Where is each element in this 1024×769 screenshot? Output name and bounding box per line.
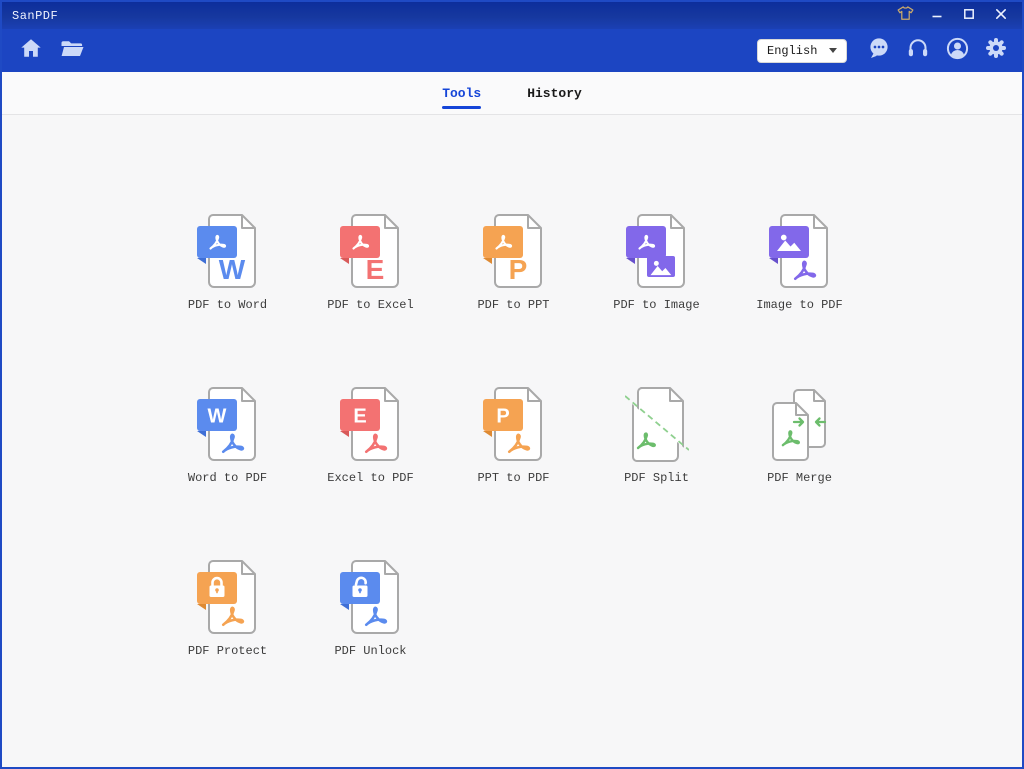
tool-pdf-protect[interactable]: PDF Protect xyxy=(156,559,299,658)
tool-label: PDF to PPT xyxy=(477,298,550,312)
chat-icon xyxy=(867,36,891,65)
tool-pdf-to-excel[interactable]: E PDF to Excel xyxy=(299,213,442,312)
pdf-merge-icon xyxy=(765,386,835,462)
tool-label: Image to PDF xyxy=(756,298,843,312)
pdf-to-image-icon xyxy=(625,213,688,289)
open-file-button[interactable] xyxy=(59,38,85,64)
pdf-to-word-icon: W xyxy=(196,213,259,289)
tool-label: PPT to PDF xyxy=(477,471,550,485)
word-to-pdf-icon: W xyxy=(196,386,259,462)
tool-row: W Word to PDF E Excel to PDF P PPT to PDF PDF… xyxy=(156,386,1022,485)
minimize-button[interactable] xyxy=(924,6,950,26)
tool-pdf-unlock[interactable]: PDF Unlock xyxy=(299,559,442,658)
app-window: SanPDF English Tools History W PDF to Wo… xyxy=(0,0,1024,769)
shirt-icon xyxy=(896,5,915,27)
maximize-icon xyxy=(963,7,975,25)
minimize-icon xyxy=(931,7,943,25)
folder-open-icon xyxy=(59,36,85,65)
tool-pdf-merge[interactable]: PDF Merge xyxy=(728,386,871,485)
pdf-to-excel-icon: E xyxy=(339,213,402,289)
tool-word-to-pdf[interactable]: W Word to PDF xyxy=(156,386,299,485)
window-title: SanPDF xyxy=(12,8,59,23)
tool-pdf-to-image[interactable]: PDF to Image xyxy=(585,213,728,312)
content-area: W PDF to Word E PDF to Excel P PDF to PPT PDF … xyxy=(2,115,1022,658)
tool-label: PDF Protect xyxy=(187,644,268,658)
tool-label: PDF to Image xyxy=(613,298,700,312)
tool-label: PDF Split xyxy=(624,471,689,485)
tabstrip: Tools History xyxy=(2,72,1022,115)
maximize-button[interactable] xyxy=(956,6,982,26)
language-select[interactable]: English xyxy=(757,38,847,63)
tab-tools[interactable]: Tools xyxy=(442,78,482,109)
tools-grid: W PDF to Word E PDF to Excel P PDF to PPT PDF … xyxy=(2,213,1022,658)
svg-text:W: W xyxy=(218,254,245,285)
ppt-to-pdf-icon: P xyxy=(482,386,545,462)
home-button[interactable] xyxy=(18,38,44,64)
tool-label: Word to PDF xyxy=(187,471,268,485)
svg-text:E: E xyxy=(353,406,366,428)
svg-text:W: W xyxy=(207,406,226,428)
user-icon xyxy=(945,36,970,66)
settings-icon xyxy=(984,36,1008,65)
svg-text:P: P xyxy=(496,406,509,428)
headset-icon xyxy=(906,36,930,65)
tool-label: Excel to PDF xyxy=(327,471,414,485)
titlebar: SanPDF xyxy=(2,2,1022,29)
pdf-split-icon xyxy=(624,386,689,462)
close-button[interactable] xyxy=(988,6,1014,26)
pdf-protect-icon xyxy=(196,559,259,635)
tool-pdf-to-word[interactable]: W PDF to Word xyxy=(156,213,299,312)
toolbar-right: English xyxy=(757,36,1009,66)
tool-row: PDF Protect PDF Unlock xyxy=(156,559,1022,658)
titlebar-controls xyxy=(892,5,1014,27)
settings-button[interactable] xyxy=(983,38,1009,64)
toolbar-left xyxy=(18,38,85,64)
svg-text:P: P xyxy=(508,254,527,285)
tool-label: PDF Unlock xyxy=(334,644,407,658)
chevron-down-icon xyxy=(829,48,837,53)
tab-history[interactable]: History xyxy=(527,78,582,109)
image-to-pdf-icon xyxy=(768,213,831,289)
feedback-button[interactable] xyxy=(866,38,892,64)
close-icon xyxy=(995,7,1007,25)
tool-label: PDF to Word xyxy=(187,298,268,312)
active-tab-underline xyxy=(442,105,482,109)
toolbar: English xyxy=(2,29,1022,72)
tool-row: W PDF to Word E PDF to Excel P PDF to PPT PDF … xyxy=(156,213,1022,312)
tool-ppt-to-pdf[interactable]: P PPT to PDF xyxy=(442,386,585,485)
account-button[interactable] xyxy=(944,36,970,66)
home-icon xyxy=(19,36,43,65)
support-button[interactable] xyxy=(905,38,931,64)
tool-label: PDF to Excel xyxy=(327,298,414,312)
tool-pdf-to-ppt[interactable]: P PDF to PPT xyxy=(442,213,585,312)
theme-button[interactable] xyxy=(892,5,918,27)
language-select-value: English xyxy=(767,43,818,58)
tool-label: PDF Merge xyxy=(767,471,832,485)
tool-image-to-pdf[interactable]: Image to PDF xyxy=(728,213,871,312)
tab-tools-label: Tools xyxy=(442,85,482,101)
svg-text:E: E xyxy=(365,254,384,285)
tab-history-label: History xyxy=(527,85,582,101)
tool-pdf-split[interactable]: PDF Split xyxy=(585,386,728,485)
pdf-unlock-icon xyxy=(339,559,402,635)
excel-to-pdf-icon: E xyxy=(339,386,402,462)
tool-excel-to-pdf[interactable]: E Excel to PDF xyxy=(299,386,442,485)
pdf-to-ppt-icon: P xyxy=(482,213,545,289)
